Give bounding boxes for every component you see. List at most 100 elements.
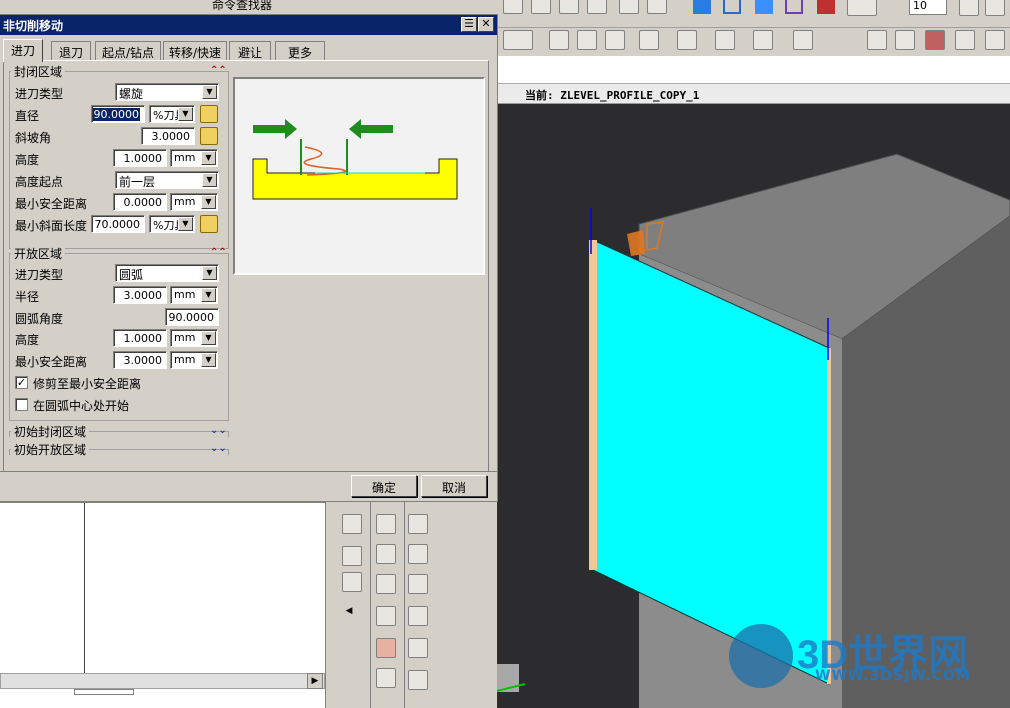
closed-min-clear-input[interactable]: 0.0000 bbox=[113, 193, 167, 211]
min-ramp-length-input[interactable]: 70.0000 bbox=[91, 215, 145, 233]
closed-height-unit-select[interactable]: mm ▼ bbox=[170, 149, 218, 167]
dialog-close-button[interactable]: ✕ bbox=[478, 17, 494, 32]
collapse-chevron-icon[interactable]: ⌃⌃ bbox=[210, 65, 227, 76]
side-tool-10-icon[interactable] bbox=[408, 514, 428, 534]
min-ramp-unit-select[interactable]: %刀具 ▼ bbox=[149, 215, 195, 233]
wire-view-icon[interactable] bbox=[723, 0, 741, 14]
graphics-viewport[interactable]: 3D世界网 WWW.3DSJW.COM bbox=[497, 104, 1010, 708]
side-tool-1-icon[interactable] bbox=[342, 514, 362, 534]
expand-chevron-icon[interactable]: ⌄⌄ bbox=[210, 443, 227, 454]
open-area-title[interactable]: 开放区域 bbox=[11, 245, 66, 262]
view-style-dropdown[interactable] bbox=[847, 0, 877, 16]
tab-retract[interactable]: 退刀 bbox=[51, 41, 91, 61]
side-tool-12-icon[interactable] bbox=[408, 574, 428, 594]
measure-angle-icon[interactable] bbox=[895, 30, 915, 50]
closed-area-title[interactable]: 封闭区域 bbox=[11, 63, 66, 80]
non-cutting-moves-dialog: 非切削移动 ☰ ✕ 进刀 退刀 起点/钻点 转移/快速 避让 更多 封闭区域 ⌃… bbox=[0, 14, 498, 502]
open-type-select[interactable]: 圆弧 ▼ bbox=[115, 264, 219, 282]
feature-1-icon[interactable] bbox=[549, 30, 569, 50]
chamfer-tool-icon[interactable] bbox=[559, 0, 579, 14]
diameter-unit-select[interactable]: %刀具 ▼ bbox=[149, 105, 195, 123]
side-tool-9-icon[interactable] bbox=[376, 668, 396, 688]
closed-min-clear-label: 最小安全距离 bbox=[15, 197, 88, 211]
side-tool-11-icon[interactable] bbox=[408, 544, 428, 564]
cmd-finder-button[interactable]: 命令查找器 bbox=[190, 0, 284, 14]
diameter-lock-icon[interactable] bbox=[200, 105, 218, 123]
arc-angle-input[interactable]: 90.0000 bbox=[165, 308, 219, 326]
chevron-down-icon: ▼ bbox=[201, 288, 216, 302]
side-tool-4-icon[interactable] bbox=[376, 514, 396, 534]
arc-angle-label: 圆弧角度 bbox=[15, 312, 64, 326]
number-box[interactable]: 10 bbox=[909, 0, 947, 15]
initial-open-title[interactable]: 初始开放区域 bbox=[11, 441, 90, 458]
side-tool-5-icon[interactable] bbox=[376, 544, 396, 564]
tab-start-drill[interactable]: 起点/钻点 bbox=[95, 41, 161, 61]
feature-4-icon[interactable] bbox=[639, 30, 659, 50]
feature-8-icon[interactable] bbox=[793, 30, 813, 50]
corner-tool-icon[interactable] bbox=[531, 0, 551, 14]
closed-height-input[interactable]: 1.0000 bbox=[113, 149, 167, 167]
tab-more[interactable]: 更多 bbox=[275, 41, 325, 61]
open-min-clear-input[interactable]: 3.0000 bbox=[113, 351, 167, 369]
height-start-select[interactable]: 前一层 ▼ bbox=[115, 171, 219, 189]
feature-5-icon[interactable] bbox=[677, 30, 697, 50]
diameter-input[interactable]: 90.0000 bbox=[91, 105, 145, 123]
side-tool-7-icon[interactable] bbox=[376, 606, 396, 626]
radius-unit-select[interactable]: mm ▼ bbox=[170, 286, 218, 304]
scroll-right-arrow[interactable]: ▶ bbox=[307, 673, 323, 689]
dialog-titlebar[interactable]: 非切削移动 ☰ ✕ bbox=[0, 15, 497, 35]
side-tool-3-icon[interactable] bbox=[342, 572, 362, 592]
layer-list-icon[interactable] bbox=[985, 0, 1005, 16]
trim-checkbox[interactable]: ✓ bbox=[15, 376, 28, 389]
eraser-tool-icon[interactable] bbox=[647, 0, 667, 14]
line-tool-icon[interactable] bbox=[503, 0, 523, 14]
cancel-button[interactable]: 取消 bbox=[421, 475, 487, 497]
tab-transfer-rapid[interactable]: 转移/快速 bbox=[163, 41, 227, 61]
ramp-angle-input[interactable]: 3.0000 bbox=[141, 127, 195, 145]
side-tool-8-icon[interactable] bbox=[376, 638, 396, 658]
feature-6-icon[interactable] bbox=[715, 30, 735, 50]
open-height-input[interactable]: 1.0000 bbox=[113, 329, 167, 347]
side-tool-6-icon[interactable] bbox=[376, 574, 396, 594]
measure-body-icon[interactable] bbox=[925, 30, 945, 50]
chevron-down-icon: ▼ bbox=[178, 107, 193, 121]
dialog-menu-button[interactable]: ☰ bbox=[461, 17, 477, 32]
ok-button[interactable]: 确定 bbox=[351, 475, 417, 497]
navigator-panel[interactable]: ▶ bbox=[0, 502, 325, 708]
radius-input[interactable]: 3.0000 bbox=[113, 286, 167, 304]
h-scroll-thumb[interactable] bbox=[74, 689, 134, 695]
measure-mass-icon[interactable] bbox=[985, 30, 1005, 50]
tab-avoidance[interactable]: 避让 bbox=[229, 41, 271, 61]
feature-7-icon[interactable] bbox=[753, 30, 773, 50]
measure-face-icon[interactable] bbox=[955, 30, 975, 50]
shaded-view-icon[interactable] bbox=[693, 0, 711, 14]
studio-view-icon[interactable] bbox=[817, 0, 835, 14]
shaded-edge-view-icon[interactable] bbox=[755, 0, 773, 14]
tab-engage[interactable]: 进刀 bbox=[3, 39, 43, 62]
side-tool-2-icon[interactable] bbox=[342, 546, 362, 566]
closed-type-select[interactable]: 螺旋 ▼ bbox=[115, 83, 219, 101]
hidden-wire-view-icon[interactable] bbox=[785, 0, 803, 14]
min-ramp-length-label: 最小斜面长度 bbox=[15, 219, 88, 233]
box-tool-icon[interactable] bbox=[587, 0, 607, 14]
sketch-curve-icon[interactable] bbox=[503, 30, 533, 50]
initial-closed-title[interactable]: 初始封闭区域 bbox=[11, 423, 90, 440]
ramp-angle-lock-icon[interactable] bbox=[200, 127, 218, 145]
open-min-clear-unit-select[interactable]: mm ▼ bbox=[170, 351, 218, 369]
arc-center-checkbox[interactable] bbox=[15, 398, 28, 411]
expand-chevron-icon[interactable]: ⌄⌄ bbox=[210, 425, 227, 436]
side-scroll-arrow[interactable]: ◀ bbox=[342, 606, 356, 620]
closed-min-clear-unit-select[interactable]: mm ▼ bbox=[170, 193, 218, 211]
side-tool-14-icon[interactable] bbox=[408, 638, 428, 658]
layer-settings-icon[interactable] bbox=[959, 0, 979, 16]
sketch-tool-icon[interactable] bbox=[619, 0, 639, 14]
h-scrollbar[interactable] bbox=[0, 673, 325, 689]
min-ramp-lock-icon[interactable] bbox=[200, 215, 218, 233]
open-height-unit-select[interactable]: mm ▼ bbox=[170, 329, 218, 347]
feature-3-icon[interactable] bbox=[605, 30, 625, 50]
side-tool-15-icon[interactable] bbox=[408, 670, 428, 690]
side-tool-13-icon[interactable] bbox=[408, 606, 428, 626]
measure-distance-icon[interactable] bbox=[867, 30, 887, 50]
feature-2-icon[interactable] bbox=[577, 30, 597, 50]
collapse-chevron-icon[interactable]: ⌃⌃ bbox=[210, 247, 227, 258]
